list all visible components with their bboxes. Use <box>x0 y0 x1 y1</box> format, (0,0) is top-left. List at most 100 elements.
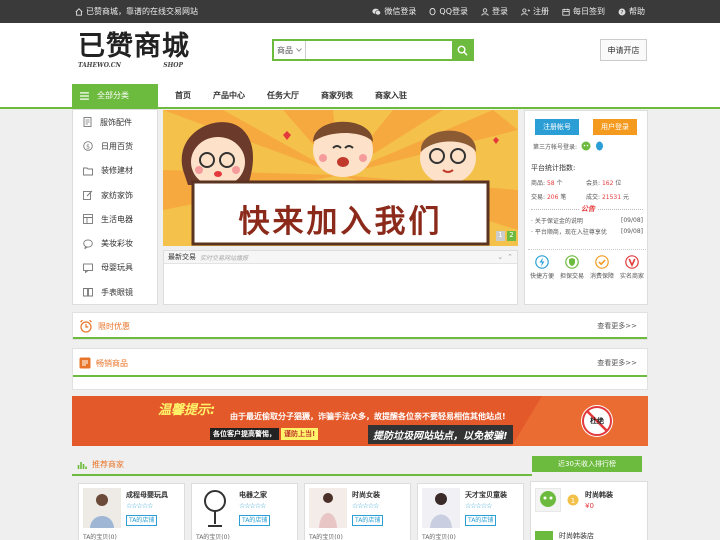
stats-title: 平台统计指数: <box>531 164 576 172</box>
stat-members: 会员: 162 位 <box>586 180 622 187</box>
category-item-appliances[interactable]: 生活电器 <box>73 207 157 231</box>
folder-icon <box>83 167 93 176</box>
open-shop-button[interactable]: 申请开店 <box>600 39 647 61</box>
daily-checkin-link[interactable]: 每日签到 <box>562 6 605 17</box>
shop-items-link[interactable]: TA的宝贝(0) <box>196 532 230 540</box>
chevron-down-icon[interactable]: ⌄ <box>497 253 503 261</box>
all-categories-button[interactable]: 全部分类 <box>72 84 158 107</box>
category-item-daily[interactable]: $ 日用百货 <box>73 134 157 158</box>
flash-sale-title: 限时优惠 <box>98 321 130 331</box>
nav-item-merchant-join[interactable]: 商家入驻 <box>375 90 407 101</box>
notice-item[interactable]: · 平台顺商，现在入驻尊享优 [09/08] <box>531 226 643 237</box>
shop-name: 天才宝贝童装 <box>465 491 507 499</box>
help-link[interactable]: ? 帮助 <box>618 6 645 17</box>
welcome-message: 已赞商城，靠谱的在线交易网站 <box>75 6 198 17</box>
qq-icon[interactable] <box>595 141 604 151</box>
hot-products-title: 畅销商品 <box>96 358 128 368</box>
nav-item-home[interactable]: 首页 <box>175 90 191 101</box>
stat-products: 商品: 58 个 <box>531 180 563 187</box>
top-bar: 已赞商城，靠谱的在线交易网站 微信登录 QQ登录 登录 注册 每日签到 ? 帮助 <box>0 0 720 23</box>
bar-chart-icon <box>77 461 87 469</box>
income-rank-button[interactable]: 近30天收入排行榜 <box>532 456 642 472</box>
shop-items-link[interactable]: TA的宝贝(0) <box>83 532 117 540</box>
ranking-item[interactable]: 1 时尚韩装 ¥0 <box>535 486 645 514</box>
hot-products-more-link[interactable]: 查看更多>> <box>597 349 637 377</box>
nav-item-merchants[interactable]: 商家列表 <box>321 90 353 101</box>
header: 已赞商城 TAHEWO.CN SHOP 商品 申请开店 <box>0 23 720 80</box>
nav-item-products[interactable]: 产品中心 <box>213 90 245 101</box>
site-logo[interactable]: 已赞商城 TAHEWO.CN SHOP <box>78 31 190 70</box>
service-guarantee: 担保交易 <box>558 255 586 280</box>
register-link[interactable]: 注册 <box>521 6 549 17</box>
ad-line2b: 谨防上当! <box>281 428 319 440</box>
chevron-up-icon[interactable]: ⌃ <box>507 253 513 261</box>
logo-text: 已赞商城 <box>78 31 190 62</box>
home-icon <box>75 7 83 16</box>
shop-card[interactable]: 时尚女装 ☆☆☆☆☆ TA的店铺 TA的宝贝(0) <box>304 483 411 540</box>
ranking-name: 时尚韩装 <box>585 491 613 499</box>
banner-page-1[interactable]: 1 <box>496 231 505 239</box>
svg-text:?: ? <box>621 10 624 16</box>
category-item-building[interactable]: 装修建材 <box>73 159 157 183</box>
shop-link[interactable]: TA的店铺 <box>126 515 158 526</box>
latest-trades-panel: 最新交易 实时交易网站播报 ⌄ ⌃ <box>163 250 518 305</box>
shop-card[interactable]: 电器之家 ☆☆☆☆☆ TA的店铺 TA的宝贝(0) <box>191 483 298 540</box>
shop-rating: ☆☆☆☆☆ <box>239 502 266 510</box>
document-icon <box>83 117 92 128</box>
user-icon <box>481 7 489 16</box>
warning-ad-banner[interactable]: 温馨提示: 由于最近偷取分子猖獗，诈骗手法众多，故提醒各位亲不要轻易相信其他站点… <box>72 396 648 446</box>
shop-name: 电器之家 <box>239 491 267 499</box>
search-input[interactable] <box>306 41 452 59</box>
help-icon: ? <box>618 8 626 16</box>
ad-line2c: 提防垃圾网站站点，以免被骗! <box>368 425 513 444</box>
notice-item[interactable]: · 关于保证金的说明 [09/08] <box>531 215 643 226</box>
shop-card[interactable]: 成程母婴玩具 ☆☆☆☆☆ TA的店铺 TA的宝贝(0) <box>78 483 185 540</box>
trades-title: 最新交易 <box>168 253 196 261</box>
search-button[interactable] <box>452 41 472 59</box>
login-button[interactable]: 用户登录 <box>593 119 637 135</box>
shop-items-link[interactable]: TA的宝贝(0) <box>422 532 456 540</box>
category-item-baby-toys[interactable]: 母婴玩具 <box>73 256 157 280</box>
calendar-icon <box>562 8 570 16</box>
notice-tab: 公告 <box>579 204 597 214</box>
qq-login-link[interactable]: QQ登录 <box>429 6 468 17</box>
menu-icon <box>80 91 89 100</box>
check-icon <box>595 255 609 269</box>
search-icon <box>457 45 468 56</box>
ranking-name: 时尚韩装店 <box>559 532 594 540</box>
register-button[interactable]: 注册帐号 <box>535 119 579 135</box>
shop-items-link[interactable]: TA的宝贝(0) <box>309 532 343 540</box>
category-item-cosmetics[interactable]: 美妆彩妆 <box>73 231 157 255</box>
help-label: 帮助 <box>629 7 645 16</box>
banner-page-2[interactable]: 2 <box>507 231 516 239</box>
category-item-apparel[interactable]: 服饰配件 <box>73 110 157 134</box>
chevron-down-icon <box>296 48 302 52</box>
svg-text:$: $ <box>86 144 90 151</box>
category-label: 家纺家饰 <box>101 190 133 200</box>
search-scope-select[interactable]: 商品 <box>274 41 306 59</box>
shop-link[interactable]: TA的店铺 <box>352 515 384 526</box>
shop-link[interactable]: TA的店铺 <box>465 515 497 526</box>
shop-link[interactable]: TA的店铺 <box>239 515 271 526</box>
hero-banner[interactable]: 快来加入我们 1 2 <box>163 110 518 246</box>
login-label: 登录 <box>492 7 508 16</box>
shop-card[interactable]: 天才宝贝童装 ☆☆☆☆☆ TA的店铺 TA的宝贝(0) <box>417 483 524 540</box>
chat-icon <box>83 239 93 249</box>
nav-item-tasks[interactable]: 任务大厅 <box>267 90 299 101</box>
welcome-text: 已赞商城，靠谱的在线交易网站 <box>86 7 198 16</box>
flash-sale-more-link[interactable]: 查看更多>> <box>597 313 637 339</box>
banner-slogan: 快来加入我们 <box>238 204 443 240</box>
service-protection: 消费保障 <box>588 255 616 280</box>
qq-icon <box>429 7 436 15</box>
login-link[interactable]: 登录 <box>481 6 508 17</box>
wechat-login-link[interactable]: 微信登录 <box>372 6 416 17</box>
recommended-title: 推荐商家 <box>92 460 124 469</box>
list-icon <box>79 357 91 369</box>
ranking-item[interactable]: 时尚韩装店 <box>535 530 645 540</box>
category-item-home-textile[interactable]: 家纺家饰 <box>73 183 157 207</box>
first-place-icon: 1 <box>567 494 579 506</box>
search-scope-label: 商品 <box>277 45 293 55</box>
logo-sub-left: TAHEWO.CN <box>78 62 121 69</box>
category-item-watches[interactable]: 手表眼镜 <box>73 280 157 304</box>
wechat-icon[interactable] <box>581 141 591 151</box>
